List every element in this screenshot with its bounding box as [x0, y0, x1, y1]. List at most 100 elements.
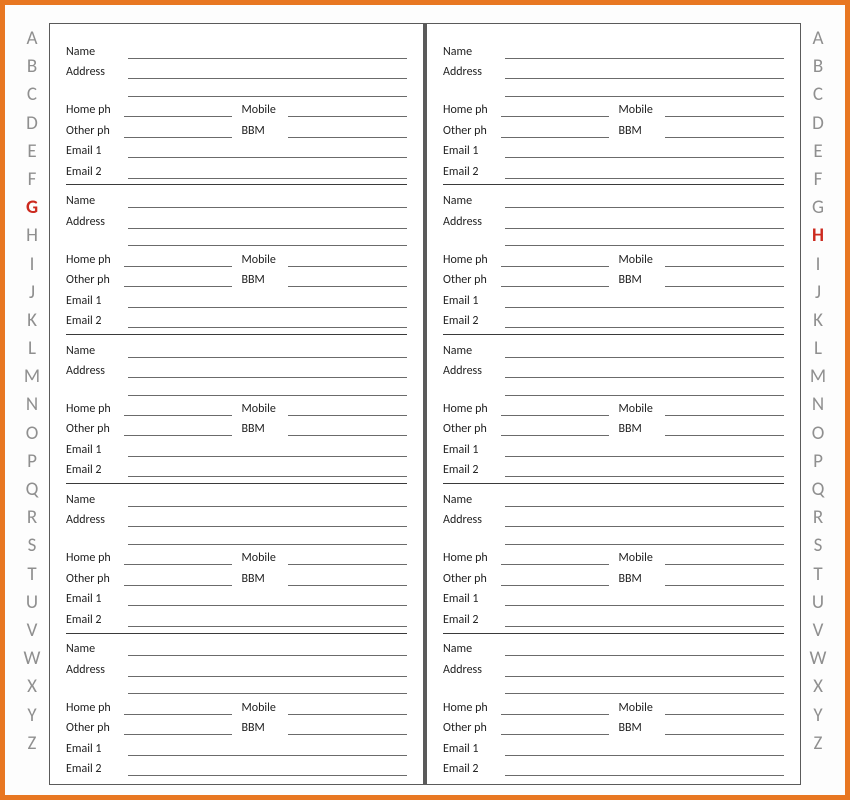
- index-letter-x[interactable]: X: [813, 673, 823, 701]
- index-letter-e[interactable]: E: [813, 138, 822, 166]
- input-line[interactable]: [501, 574, 609, 586]
- input-line[interactable]: [665, 574, 785, 586]
- index-letter-i[interactable]: I: [816, 251, 821, 279]
- index-letter-b[interactable]: B: [27, 53, 37, 81]
- index-letter-f[interactable]: F: [28, 166, 37, 194]
- index-letter-y[interactable]: Y: [27, 702, 36, 730]
- input-line[interactable]: [505, 47, 784, 59]
- input-line[interactable]: [288, 126, 408, 138]
- input-line[interactable]: [288, 703, 408, 715]
- input-line[interactable]: [505, 196, 784, 208]
- index-letter-k[interactable]: K: [813, 307, 823, 335]
- input-line[interactable]: [128, 533, 407, 545]
- input-line[interactable]: [505, 665, 784, 677]
- input-line[interactable]: [128, 384, 407, 396]
- input-line[interactable]: [505, 515, 784, 527]
- input-line[interactable]: [124, 105, 232, 117]
- index-letter-p[interactable]: P: [27, 448, 37, 476]
- index-letter-o[interactable]: O: [812, 420, 825, 448]
- input-line[interactable]: [665, 105, 785, 117]
- input-line[interactable]: [505, 384, 784, 396]
- index-letter-m[interactable]: M: [810, 363, 826, 391]
- input-line[interactable]: [288, 723, 408, 735]
- index-letter-w[interactable]: W: [24, 645, 41, 673]
- input-line[interactable]: [505, 167, 784, 179]
- index-letter-s[interactable]: S: [28, 532, 37, 560]
- input-line[interactable]: [128, 465, 407, 477]
- input-line[interactable]: [128, 47, 407, 59]
- input-line[interactable]: [505, 764, 784, 776]
- input-line[interactable]: [665, 703, 785, 715]
- input-line[interactable]: [128, 67, 407, 79]
- index-letter-r[interactable]: R: [813, 504, 823, 532]
- index-letter-f[interactable]: F: [814, 166, 823, 194]
- input-line[interactable]: [505, 533, 784, 545]
- input-line[interactable]: [128, 217, 407, 229]
- index-letter-u[interactable]: U: [26, 589, 38, 617]
- input-line[interactable]: [505, 67, 784, 79]
- input-line[interactable]: [124, 404, 232, 416]
- input-line[interactable]: [128, 515, 407, 527]
- input-line[interactable]: [124, 275, 232, 287]
- index-letter-n[interactable]: N: [26, 391, 38, 419]
- input-line[interactable]: [288, 275, 408, 287]
- input-line[interactable]: [128, 366, 407, 378]
- input-line[interactable]: [128, 594, 407, 606]
- input-line[interactable]: [665, 255, 785, 267]
- input-line[interactable]: [505, 234, 784, 246]
- index-letter-c[interactable]: C: [27, 81, 37, 109]
- input-line[interactable]: [128, 316, 407, 328]
- input-line[interactable]: [505, 744, 784, 756]
- index-letter-q[interactable]: Q: [812, 476, 825, 504]
- input-line[interactable]: [288, 404, 408, 416]
- index-letter-t[interactable]: T: [27, 561, 36, 589]
- input-line[interactable]: [501, 404, 609, 416]
- input-line[interactable]: [124, 255, 232, 267]
- input-line[interactable]: [288, 553, 408, 565]
- index-letter-c[interactable]: C: [813, 81, 823, 109]
- index-letter-b[interactable]: B: [813, 53, 823, 81]
- index-letter-v[interactable]: V: [813, 617, 824, 645]
- input-line[interactable]: [124, 424, 232, 436]
- input-line[interactable]: [128, 296, 407, 308]
- input-line[interactable]: [501, 126, 609, 138]
- input-line[interactable]: [288, 255, 408, 267]
- index-letter-h[interactable]: H: [26, 222, 38, 250]
- input-line[interactable]: [505, 682, 784, 694]
- index-letter-e[interactable]: E: [27, 138, 36, 166]
- input-line[interactable]: [124, 553, 232, 565]
- index-letter-w[interactable]: W: [810, 645, 827, 673]
- input-line[interactable]: [128, 665, 407, 677]
- input-line[interactable]: [505, 217, 784, 229]
- input-line[interactable]: [505, 146, 784, 158]
- index-letter-y[interactable]: Y: [813, 702, 822, 730]
- index-letter-s[interactable]: S: [814, 532, 823, 560]
- index-letter-h[interactable]: H: [812, 222, 824, 250]
- index-letter-i[interactable]: I: [30, 251, 35, 279]
- index-letter-l[interactable]: L: [814, 335, 822, 363]
- index-letter-z[interactable]: Z: [814, 730, 823, 758]
- index-letter-o[interactable]: O: [26, 420, 39, 448]
- input-line[interactable]: [128, 85, 407, 97]
- index-letter-d[interactable]: D: [26, 110, 38, 138]
- input-line[interactable]: [505, 495, 784, 507]
- index-letter-k[interactable]: K: [27, 307, 37, 335]
- index-letter-j[interactable]: J: [815, 279, 821, 307]
- input-line[interactable]: [505, 85, 784, 97]
- input-line[interactable]: [124, 574, 232, 586]
- input-line[interactable]: [128, 495, 407, 507]
- input-line[interactable]: [505, 346, 784, 358]
- input-line[interactable]: [501, 723, 609, 735]
- index-letter-r[interactable]: R: [27, 504, 37, 532]
- input-line[interactable]: [501, 105, 609, 117]
- input-line[interactable]: [124, 703, 232, 715]
- input-line[interactable]: [505, 366, 784, 378]
- input-line[interactable]: [665, 404, 785, 416]
- input-line[interactable]: [505, 615, 784, 627]
- index-letter-p[interactable]: P: [813, 448, 823, 476]
- index-letter-z[interactable]: Z: [28, 730, 37, 758]
- input-line[interactable]: [128, 744, 407, 756]
- input-line[interactable]: [124, 126, 232, 138]
- index-letter-a[interactable]: A: [27, 25, 38, 53]
- index-letter-l[interactable]: L: [28, 335, 36, 363]
